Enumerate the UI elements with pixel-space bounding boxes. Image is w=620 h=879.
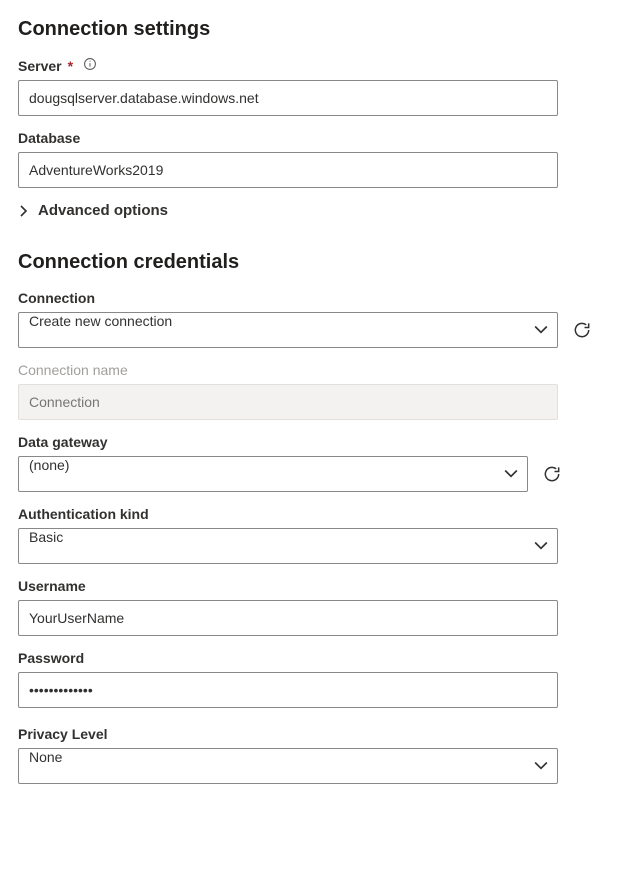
server-label: Server [18, 58, 62, 74]
connection-name-input [18, 384, 558, 420]
refresh-gateway-button[interactable] [538, 460, 566, 488]
database-label: Database [18, 130, 80, 146]
data-gateway-label: Data gateway [18, 434, 107, 450]
refresh-icon [542, 464, 562, 484]
info-icon[interactable] [77, 57, 97, 74]
privacy-level-select[interactable]: None [18, 748, 558, 784]
auth-kind-label: Authentication kind [18, 506, 149, 522]
chevron-right-icon [18, 205, 30, 217]
username-input[interactable] [18, 600, 558, 636]
password-input[interactable] [18, 672, 558, 708]
server-input[interactable] [18, 80, 558, 116]
connection-settings-heading: Connection settings [18, 18, 602, 41]
advanced-options-label: Advanced options [38, 202, 168, 219]
required-indicator: * [68, 58, 73, 74]
advanced-options-toggle[interactable]: Advanced options [18, 202, 602, 219]
username-label: Username [18, 578, 86, 594]
refresh-connection-button[interactable] [568, 316, 596, 344]
auth-kind-select[interactable]: Basic [18, 528, 558, 564]
privacy-level-label: Privacy Level [18, 726, 108, 742]
password-label: Password [18, 650, 84, 666]
connection-select[interactable]: Create new connection [18, 312, 558, 348]
connection-label: Connection [18, 290, 95, 306]
connection-name-label: Connection name [18, 362, 128, 378]
database-input[interactable] [18, 152, 558, 188]
refresh-icon [572, 320, 592, 340]
connection-credentials-heading: Connection credentials [18, 251, 602, 274]
data-gateway-select[interactable]: (none) [18, 456, 528, 492]
